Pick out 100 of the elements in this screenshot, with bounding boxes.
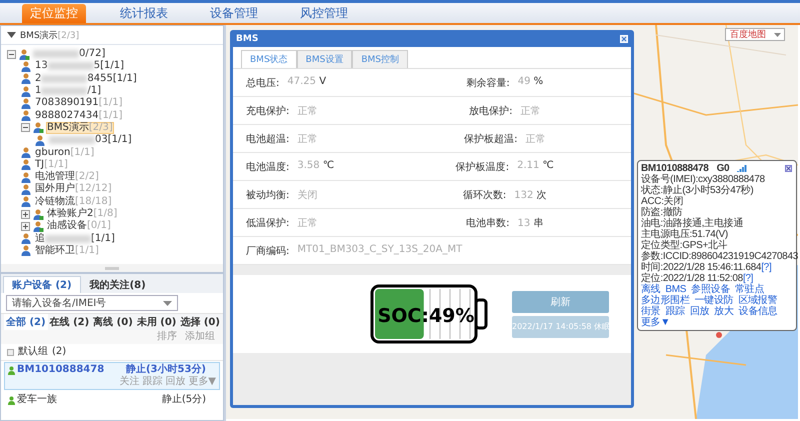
tree-item[interactable]: 9888027434[1/1] (34, 110, 124, 122)
filter-tab[interactable]: 离线 (0) (91, 314, 135, 330)
info-line: 状态:静止(3小时53分47秒) (641, 185, 754, 196)
nav-tab[interactable]: 统计报表 (112, 4, 176, 23)
device-search-field[interactable]: 请输入设备名/IMEI号 (6, 295, 178, 311)
tree-item[interactable]: gburon[1/1] (34, 146, 96, 159)
user-icon (35, 134, 46, 146)
help-link[interactable]: [?] (742, 273, 754, 284)
action-link[interactable]: 更多▼ (641, 317, 670, 328)
field-value: 正常 (297, 216, 318, 230)
dialog-tab[interactable]: BMS控制 (352, 50, 408, 68)
panel-tab[interactable]: 我的关注(8) (80, 276, 155, 293)
map-layer-select[interactable]: 百度地图 (725, 28, 785, 41)
user-icon (21, 86, 32, 97)
help-link[interactable]: [?] (761, 262, 772, 273)
user-icon (21, 184, 32, 195)
action-link[interactable]: 跟踪 (665, 306, 685, 317)
tree-item[interactable]: 追 [1/1] (34, 232, 116, 245)
tree-item[interactable]: 国外用户[12/12] (34, 183, 113, 196)
action-link[interactable]: BMS (665, 284, 686, 295)
filter-tab[interactable]: 未用 (0) (134, 314, 178, 330)
device-name: BM1010888478 (17, 364, 104, 376)
action-link[interactable]: 区域报警 (738, 295, 778, 306)
dropdown-icon[interactable] (7, 32, 16, 38)
tree-item[interactable]: 冷链物流[18/18] (34, 196, 113, 208)
tree-item[interactable]: BMS演示[2/3] (46, 122, 114, 134)
collapse-toggle[interactable] (21, 123, 30, 132)
field-value: 关闭 (297, 188, 318, 202)
info-line: 设备号(IMEI):cxy3880888478 (641, 174, 765, 185)
tree-item[interactable]: 体验账户2[1/8] (46, 208, 118, 220)
action-link[interactable]: 回放 (690, 306, 710, 317)
action-link[interactable]: 常驻点 (735, 284, 764, 295)
field-label: 厂商编码: (246, 244, 290, 258)
resize-handle[interactable] (105, 266, 119, 270)
action-link[interactable]: 街景 (641, 306, 660, 317)
close-icon[interactable] (620, 34, 628, 42)
field-value: 正常 (297, 104, 318, 118)
tree-item[interactable]: 7083890191[1/1] (34, 97, 124, 110)
user-icon (21, 159, 32, 170)
tree-item[interactable]: 智能环卫[1/1] (34, 244, 100, 257)
field-label: 保护板温度: (456, 160, 510, 174)
action-link[interactable]: 设备信息 (738, 306, 778, 317)
action-link[interactable]: 多边形围栏 (641, 295, 690, 306)
field-label: 循环次数: (462, 188, 506, 202)
signal-label: G0 (716, 163, 730, 174)
field-value: MT01_BM303_C_SY_13S_20A_MT (297, 244, 462, 256)
action-link[interactable]: 放大 (714, 306, 734, 317)
info-line: 主电源电压:51.74(V) (641, 229, 728, 240)
info-line: 油电:油路接通,主电接通 (641, 218, 743, 229)
device-name: 爱车一族 (17, 394, 57, 406)
field-value: 2.11 ℃ (517, 160, 554, 172)
action-link[interactable]: 参照设备 (691, 284, 730, 295)
person-icon (8, 366, 15, 374)
tree-item[interactable]: 电池管理[2/2] (34, 171, 100, 184)
info-line: 防盗:撤防 (641, 207, 682, 218)
tree-item[interactable]: 03[1/1] (48, 134, 133, 146)
tree-item[interactable]: 油感设备[0/1] (46, 220, 112, 232)
field-label: 被动均衡: (246, 188, 290, 202)
field-label: 放电保护: (469, 104, 512, 118)
collapse-toggle[interactable] (7, 50, 16, 59)
close-icon[interactable] (785, 165, 792, 172)
device-row[interactable]: 爱车一族 静止(5分) (4, 392, 220, 408)
user-icon (21, 245, 32, 256)
nav-tab[interactable]: 风控管理 (292, 4, 356, 23)
info-line: ACC:关闭 (641, 196, 684, 207)
filter-tab[interactable]: 全部 (2) (4, 314, 48, 330)
tree-item[interactable]: 0/72] (32, 48, 106, 60)
user-icon (21, 172, 32, 183)
filter-tab[interactable]: 在线 (2) (48, 314, 92, 330)
field-label: 充电保护: (246, 104, 290, 118)
device-status: 静止(3小时53分) (126, 364, 206, 376)
tree-item[interactable]: 13 5[1/1] (34, 60, 125, 72)
tree-item[interactable]: 2 8455[1/1] (34, 72, 138, 85)
dialog-tab[interactable]: BMS状态 (241, 50, 297, 68)
user-icon (21, 233, 32, 244)
field-label: 电池超温: (246, 132, 290, 146)
group-count: (2) (52, 346, 66, 358)
field-value: 13 串 (517, 216, 544, 230)
expand-toggle[interactable] (21, 222, 30, 231)
info-line: 定位:2022/1/28 11:52:08 (641, 273, 743, 284)
action-link[interactable]: 离线 (641, 284, 660, 295)
popup-title: BM1010888478 (641, 163, 709, 174)
device-status: 静止(5分) (162, 394, 206, 406)
field-label: 总电压: (246, 76, 280, 90)
action-link[interactable]: 一键设防 (694, 295, 734, 306)
field-label: 电池串数: (466, 216, 510, 230)
panel-tab[interactable]: 账户设备 (2) (3, 276, 81, 293)
dialog-tab[interactable]: BMS设置 (296, 50, 352, 68)
user-icon (21, 60, 32, 72)
field-label: 剩余容量: (466, 76, 510, 90)
tree-item[interactable]: 1 /1] (34, 85, 102, 98)
dialog-title: BMS (236, 34, 258, 44)
field-value: 正常 (520, 104, 540, 118)
field-value: 正常 (525, 132, 546, 146)
expand-toggle[interactable] (21, 210, 30, 218)
field-value: 3.58 ℃ (297, 160, 334, 172)
tree-item[interactable]: TJ[1/1] (34, 158, 69, 171)
nav-tab[interactable]: 设备管理 (202, 4, 266, 23)
field-value: 132 次 (514, 188, 547, 202)
filter-tab[interactable]: 选择 (0) (178, 314, 222, 330)
